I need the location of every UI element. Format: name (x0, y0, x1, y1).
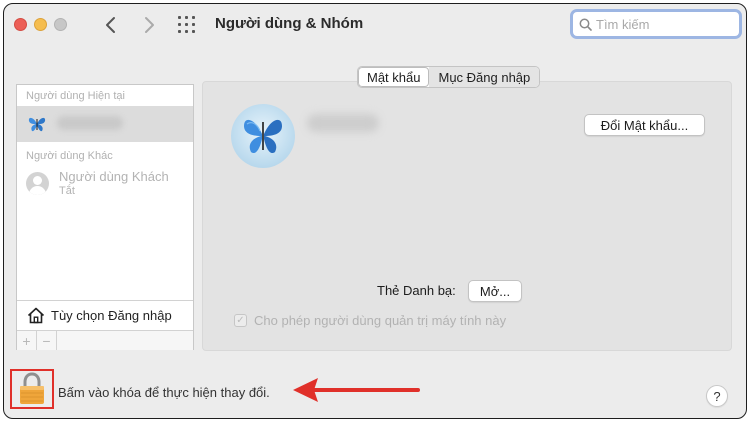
forward-button[interactable] (137, 12, 161, 38)
lock-icon (20, 372, 44, 404)
close-button[interactable] (14, 18, 27, 31)
tab-password[interactable]: Mật khẩu (358, 67, 430, 87)
annotation-arrow-icon (293, 378, 420, 402)
help-button[interactable]: ? (706, 385, 728, 407)
house-icon (27, 307, 45, 324)
search-icon (579, 18, 592, 31)
chevron-right-icon (145, 17, 154, 33)
user-name-blurred (307, 114, 379, 132)
admin-checkbox-row: ✓ Cho phép người dùng quản trị máy tính … (234, 313, 506, 328)
login-options-item[interactable]: Tùy chọn Đăng nhập (17, 300, 193, 330)
show-all-button[interactable] (178, 16, 198, 34)
change-password-button[interactable]: Đổi Mật khẩu... (584, 114, 705, 136)
other-users-label: Người dùng Khác (26, 150, 113, 162)
admin-checkbox-label: Cho phép người dùng quản trị máy tính nà… (254, 313, 507, 328)
butterfly-avatar-icon (28, 117, 46, 132)
tab-bar: Mật khẩu Mục Đăng nhập (357, 66, 541, 88)
login-options-label: Tùy chọn Đăng nhập (51, 308, 172, 323)
admin-checkbox[interactable]: ✓ (234, 314, 247, 327)
titlebar: Người dùng & Nhóm (4, 4, 746, 50)
butterfly-icon (244, 119, 282, 154)
remove-user-button[interactable]: − (37, 331, 57, 350)
current-user-name-blurred (57, 116, 123, 130)
guest-user-status: Tắt (59, 185, 75, 197)
open-contacts-button[interactable]: Mở... (468, 280, 522, 302)
current-user-item[interactable] (17, 106, 193, 142)
guest-user-name[interactable]: Người dùng Khách (59, 169, 169, 184)
zoom-button[interactable] (54, 18, 67, 31)
add-remove-bar: + − (17, 330, 193, 350)
guest-avatar (26, 172, 49, 195)
add-user-button[interactable]: + (17, 331, 37, 350)
back-button[interactable] (99, 12, 123, 38)
tab-login-items[interactable]: Mục Đăng nhập (429, 67, 540, 87)
users-sidebar: Người dùng Hiện tại Người dùng Khác Ngườ… (16, 84, 194, 350)
minimize-button[interactable] (34, 18, 47, 31)
current-users-label: Người dùng Hiện tại (26, 90, 125, 102)
lock-highlight[interactable] (10, 369, 54, 409)
search-field[interactable] (570, 9, 742, 39)
window-title: Người dùng & Nhóm (215, 15, 364, 32)
contacts-card-label: Thẻ Danh bạ: (377, 283, 456, 298)
user-avatar[interactable] (231, 104, 295, 168)
search-input[interactable] (596, 16, 736, 32)
chevron-left-icon (106, 17, 115, 33)
lock-instruction-text: Bấm vào khóa để thực hiện thay đổi. (58, 385, 270, 400)
